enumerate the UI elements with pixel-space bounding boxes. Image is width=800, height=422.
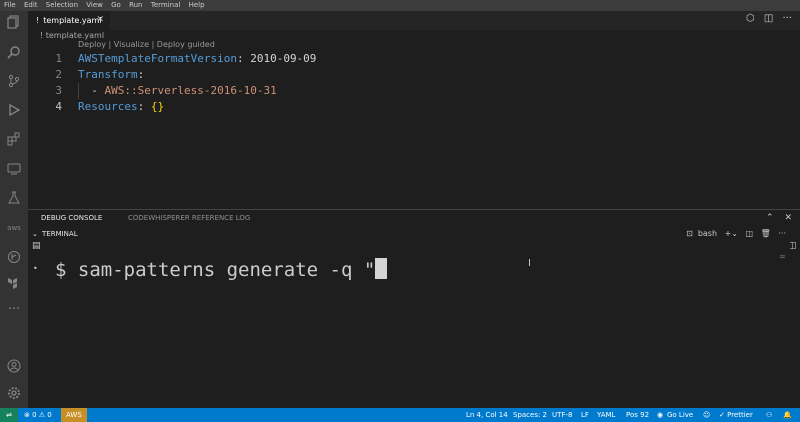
prettier-status[interactable]: ✓ Prettier: [719, 408, 753, 422]
terminal-cursor: [375, 258, 388, 279]
indent-guide: [78, 83, 79, 99]
terminal-shell-icon: ⊡: [686, 229, 693, 238]
menu-view[interactable]: View: [86, 1, 103, 9]
tab-template-yaml[interactable]: ! template.yaml ✕: [28, 11, 110, 30]
yaml-separator: :: [137, 68, 145, 81]
breadcrumb[interactable]: ! template.yaml: [40, 31, 104, 40]
editor-actions: ⬡ ◫ ···: [740, 13, 792, 24]
code-line[interactable]: 2 Transform:: [28, 67, 800, 83]
go-live-button[interactable]: Go Live: [667, 408, 693, 422]
extensions-icon[interactable]: [6, 132, 22, 148]
activity-bar: aws ···: [0, 11, 28, 408]
run-debug-icon[interactable]: [6, 103, 22, 119]
menu-bar: File Edit Selection View Go Run Terminal…: [0, 0, 800, 11]
menu-help[interactable]: Help: [189, 1, 205, 9]
yaml-separator: :: [236, 52, 251, 65]
yaml-file-icon: !: [36, 16, 40, 25]
terminal-command: $ sam-patterns generate -q ": [55, 259, 376, 281]
files-icon[interactable]: [6, 15, 22, 31]
aws-icon[interactable]: aws: [6, 220, 22, 236]
more-actions-icon[interactable]: ···: [782, 13, 792, 24]
yaml-key: AWSTemplateFormatVersion: [78, 52, 237, 65]
yaml-separator: :: [137, 100, 151, 113]
account-icon[interactable]: [6, 359, 22, 375]
terraform-icon[interactable]: [6, 276, 22, 292]
settings-gear-icon[interactable]: [6, 386, 22, 402]
code-lines[interactable]: 1 AWSTemplateFormatVersion: 2010-09-09 2…: [28, 51, 800, 115]
testing-icon[interactable]: [6, 191, 22, 207]
notifications-bell-icon[interactable]: 🔔: [783, 408, 792, 422]
aws-badge[interactable]: AWS: [61, 408, 87, 422]
cursor-position[interactable]: Ln 4, Col 14: [466, 408, 508, 422]
application-composer-icon[interactable]: ⬡: [746, 13, 755, 24]
editor-tab-bar: ! template.yaml ✕ ⬡ ◫ ···: [28, 11, 800, 30]
editor-area: ! template.yaml ✕ ⬡ ◫ ··· ! template.yaml…: [28, 11, 800, 209]
remote-indicator[interactable]: ⇌: [0, 408, 18, 422]
terminal-area[interactable]: $ sam-patterns generate -q " I: [40, 242, 790, 408]
go-live-icon[interactable]: ◉: [657, 408, 663, 422]
remote-explorer-icon[interactable]: [6, 162, 22, 178]
maximize-panel-icon[interactable]: ⌃: [766, 213, 774, 223]
tab-label: template.yaml: [43, 16, 102, 25]
terminal-section-label[interactable]: TERMINAL: [42, 227, 78, 241]
new-terminal-icon[interactable]: +⌄: [725, 229, 738, 238]
gitlens-icon[interactable]: [6, 250, 22, 266]
pos-indicator[interactable]: Pos 92: [626, 408, 649, 422]
feedback-icon[interactable]: ⚇: [766, 408, 772, 422]
terminal-header: ⌄ TERMINAL ⊡ bash +⌄ ◫ 🗑 ···: [28, 227, 800, 241]
line-number: 3: [55, 84, 62, 97]
yaml-value: 2010-09-09: [250, 52, 317, 65]
code-line[interactable]: 4 Resources: {}: [28, 99, 800, 115]
menu-terminal[interactable]: Terminal: [151, 1, 181, 9]
yaml-value: AWS::Serverless-2016-10-31: [104, 84, 277, 97]
copilot-icon[interactable]: ☺: [703, 408, 710, 422]
end-of-line[interactable]: LF: [581, 408, 589, 422]
more-icon[interactable]: ···: [6, 302, 22, 318]
line-number: 4: [55, 100, 62, 113]
menu-go[interactable]: Go: [111, 1, 121, 9]
close-panel-icon[interactable]: ✕: [784, 213, 792, 223]
split-editor-icon[interactable]: ◫: [764, 13, 773, 24]
menu-edit[interactable]: Edit: [24, 1, 38, 9]
menu-selection[interactable]: Selection: [46, 1, 78, 9]
chevron-down-icon[interactable]: ⌄: [32, 227, 38, 241]
terminal-prompt-decoration: •: [33, 264, 38, 273]
yaml-separator: -: [78, 84, 105, 97]
line-number: 1: [55, 52, 62, 65]
code-line[interactable]: 3 - AWS::Serverless-2016-10-31: [28, 83, 800, 99]
terminal-actions: ⊡ bash +⌄ ◫ 🗑 ···: [681, 227, 786, 241]
problems-indicator[interactable]: ⊗ 0 ⚠ 0: [24, 408, 52, 422]
overview-ruler: =: [779, 252, 786, 261]
terminal-shell-label[interactable]: bash: [698, 229, 717, 238]
panel-controls: ⌃ ✕: [758, 210, 792, 226]
source-control-icon[interactable]: [6, 74, 22, 90]
language-mode[interactable]: YAML: [597, 408, 615, 422]
ibeam-cursor-icon: I: [528, 258, 531, 269]
close-icon[interactable]: ✕: [96, 11, 104, 30]
yaml-key: Transform: [78, 68, 138, 81]
yaml-value: {}: [150, 100, 165, 113]
line-number: 2: [55, 68, 62, 81]
more-icon[interactable]: ···: [778, 229, 786, 238]
code-line[interactable]: 1 AWSTemplateFormatVersion: 2010-09-09: [28, 51, 800, 67]
tab-codewhisperer-reference-log[interactable]: CODEWHISPERER REFERENCE LOG: [128, 210, 250, 226]
codelens-actions[interactable]: Deploy | Visualize | Deploy guided: [78, 40, 215, 49]
indentation[interactable]: Spaces: 2: [513, 408, 547, 422]
panel-tab-bar: DEBUG CONSOLE CODEWHISPERER REFERENCE LO…: [28, 210, 800, 226]
split-terminal-icon[interactable]: ◫: [746, 229, 754, 238]
terminal-prompt-line: $ sam-patterns generate -q ": [55, 258, 388, 281]
status-bar: ⇌ ⊗ 0 ⚠ 0 AWS Ln 4, Col 14 Spaces: 2 UTF…: [0, 408, 800, 422]
menu-file[interactable]: File: [4, 1, 16, 9]
trash-icon[interactable]: 🗑: [761, 229, 771, 238]
tab-debug-console[interactable]: DEBUG CONSOLE: [41, 210, 102, 226]
search-icon[interactable]: [6, 45, 22, 61]
yaml-key: Resources: [78, 100, 138, 113]
encoding[interactable]: UTF-8: [552, 408, 572, 422]
menu-run[interactable]: Run: [129, 1, 142, 9]
